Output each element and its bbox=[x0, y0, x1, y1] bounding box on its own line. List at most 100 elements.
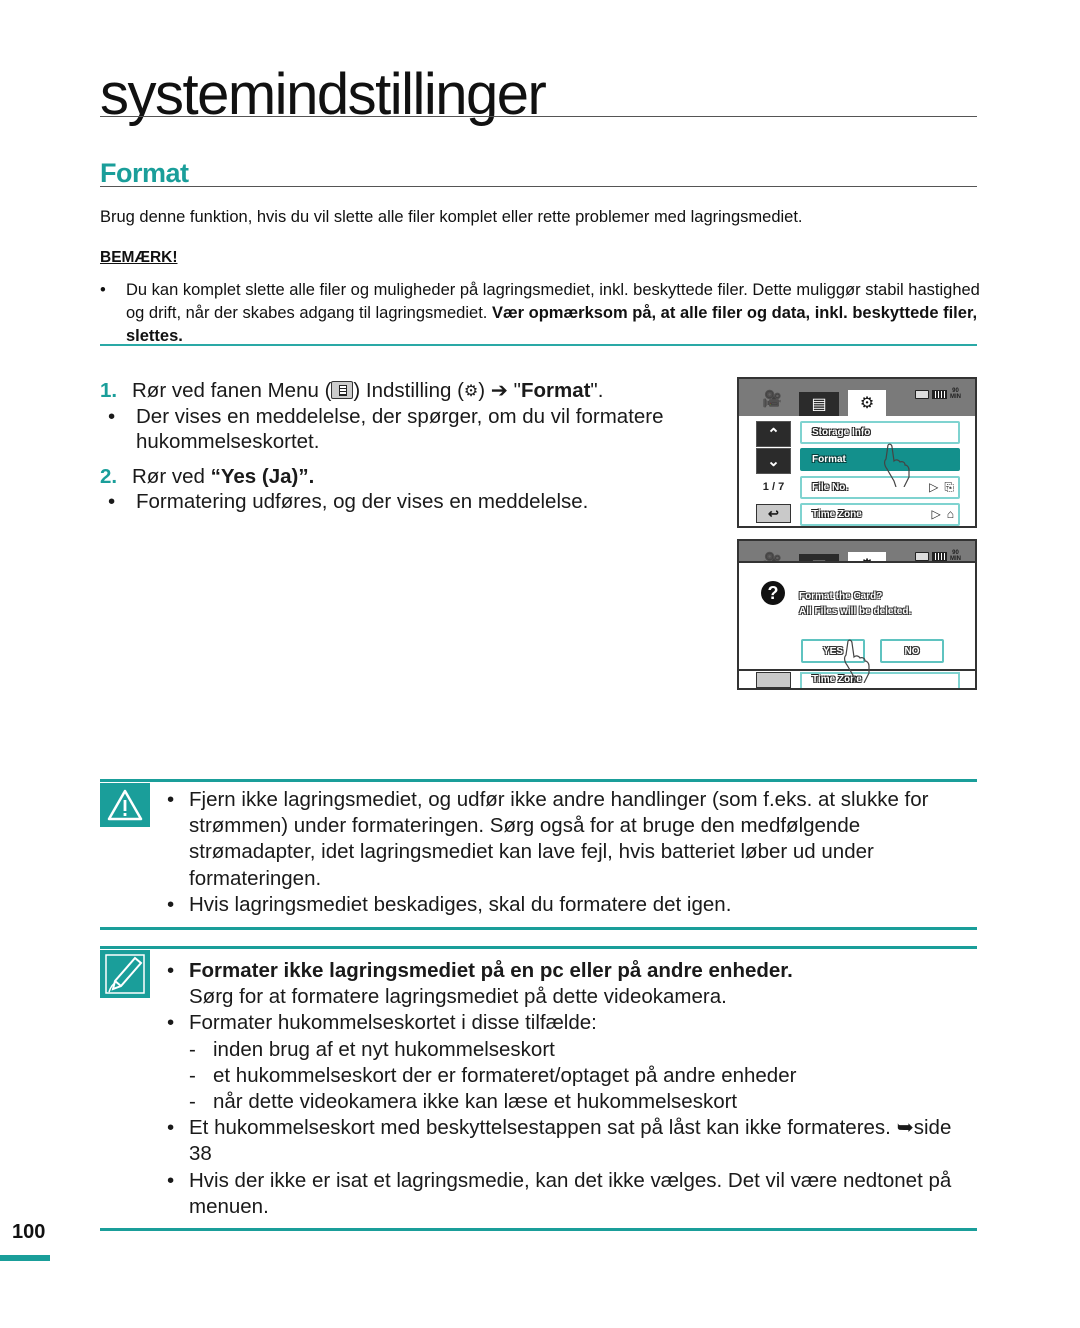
menu-item-label: Storage Info bbox=[812, 427, 871, 438]
note-body: • Du kan komplet slette alle filer og mu… bbox=[100, 279, 980, 348]
memo-subitem: - inden brug af et nyt hukommelseskort bbox=[165, 1037, 965, 1063]
caution-top-rule bbox=[100, 779, 977, 782]
menu-item-storage-info[interactable]: Storage Info bbox=[800, 421, 960, 444]
step-text: Rør ved fanen Menu ( bbox=[132, 379, 332, 402]
step-1: 1. Rør ved fanen Menu ( ) Indstilling (⚙)… bbox=[100, 378, 720, 404]
caution-bottom-rule bbox=[100, 927, 977, 930]
menu-item-label: Format bbox=[812, 454, 846, 465]
memo-subitem-text: et hukommelseskort der er formateret/opt… bbox=[213, 1063, 797, 1087]
memory-card-icon bbox=[915, 551, 929, 561]
dash: - bbox=[189, 1037, 196, 1061]
caution-icon bbox=[100, 783, 150, 827]
memo-item: • Formater ikke lagringsmediet på en pc e… bbox=[165, 958, 965, 1010]
battery-icon bbox=[932, 389, 947, 399]
menu-item-file-no[interactable]: File No. ▷ ⎘ bbox=[800, 476, 960, 499]
dash: - bbox=[189, 1090, 196, 1114]
camera-screen-settings-menu: 🎥 ▤ ⚙ 90 MIN ⌃ ⌄ 1 / 7 ↩ Storage Info For… bbox=[737, 377, 977, 528]
back-button[interactable]: ↩ bbox=[756, 504, 791, 523]
bullet: • bbox=[167, 959, 175, 982]
menu-item-label: Time Zone bbox=[812, 509, 862, 520]
status-indicators: 90 MIN bbox=[915, 388, 961, 400]
section-title: Format bbox=[100, 158, 189, 188]
menu-item-time-zone: Time Zone bbox=[800, 672, 960, 688]
step-number: 1. bbox=[100, 379, 118, 402]
memo-list: • Formater ikke lagringsmediet på en pc e… bbox=[165, 958, 965, 1220]
step-keyword: “Yes (Ja)”. bbox=[210, 465, 315, 488]
menu-tab-icon[interactable]: ▤ bbox=[799, 392, 839, 416]
settings-tab-icon[interactable]: ⚙ bbox=[848, 390, 886, 416]
section-rule bbox=[100, 186, 977, 187]
step-sub-text: Formatering udføres, og der vises en med… bbox=[136, 490, 589, 513]
memo-item: • Et hukommelseskort med beskyttelsestapp… bbox=[165, 1115, 965, 1167]
step-text: ) ➔ " bbox=[478, 379, 521, 402]
memory-card-icon bbox=[915, 389, 929, 399]
caution-text: Hvis lagringsmediet beskadiges, skal du … bbox=[189, 892, 732, 916]
home-clock-icon: ⌂ bbox=[946, 507, 954, 521]
scroll-down-button[interactable]: ⌄ bbox=[756, 448, 791, 474]
memo-pencil-icon bbox=[100, 950, 150, 998]
bullet: • bbox=[167, 1116, 175, 1140]
touch-hand-icon bbox=[884, 443, 910, 487]
caution-item: • Hvis lagringsmediet beskadiges, skal du… bbox=[165, 892, 965, 918]
camera-tab-icon[interactable]: 🎥 bbox=[757, 387, 787, 411]
battery-icon bbox=[932, 551, 947, 561]
file-number-icon: ⎘ bbox=[944, 480, 954, 494]
memo-subitem: - når dette videokamera ikke kan læse et … bbox=[165, 1089, 965, 1115]
step-2-sub: • Formatering udføres, og der vises en m… bbox=[100, 489, 720, 514]
memo-text: Hvis der ikke er isat et lagringsmedie, … bbox=[189, 1168, 952, 1218]
bullet: • bbox=[100, 281, 106, 299]
step-sub-text: Der vises en meddelelse, der spørger, om… bbox=[136, 405, 664, 453]
no-button[interactable]: NO bbox=[880, 639, 944, 663]
caution-list: • Fjern ikke lagringsmediet, og udfør ikk… bbox=[165, 787, 965, 918]
bullet: • bbox=[167, 1168, 175, 1192]
memo-subitem: - et hukommelseskort der er formateret/op… bbox=[165, 1063, 965, 1089]
menu-item-label: File No. bbox=[812, 482, 849, 493]
play-arrow-icon: ▷ bbox=[931, 507, 941, 521]
caution-text: Fjern ikke lagringsmediet, og udfør ikke… bbox=[189, 788, 929, 890]
footer-rule bbox=[100, 1228, 977, 1231]
memo-text: Formater hukommelseskortet i disse tilfæ… bbox=[189, 1011, 597, 1035]
memo-top-rule bbox=[100, 946, 977, 949]
bullet: • bbox=[108, 490, 116, 513]
dialog-message-line2: All Files will be deleted. bbox=[799, 606, 912, 617]
dash: - bbox=[189, 1063, 196, 1087]
question-icon: ? bbox=[761, 581, 785, 605]
step-1-sub: • Der vises en meddelelse, der spørger, … bbox=[100, 404, 720, 454]
step-keyword: Format bbox=[520, 379, 591, 402]
back-button bbox=[756, 672, 791, 688]
gear-icon: ⚙ bbox=[463, 383, 479, 400]
remaining-time: 90 MIN bbox=[950, 388, 961, 400]
memo-item: • Formater hukommelseskortet i disse tilf… bbox=[165, 1010, 965, 1036]
step-text: Rør ved bbox=[132, 465, 211, 488]
steps-list: 1. Rør ved fanen Menu ( ) Indstilling (⚙)… bbox=[100, 378, 720, 514]
page-number: 100 bbox=[12, 1221, 46, 1243]
menu-item-time-zone[interactable]: Time Zone ▷ ⌂ bbox=[800, 503, 960, 526]
bullet: • bbox=[167, 892, 175, 916]
remaining-unit: MIN bbox=[950, 394, 961, 400]
dialog-message-line1: Format the Card? bbox=[799, 591, 883, 602]
memo-subitem-text: inden brug af et nyt hukommelseskort bbox=[213, 1037, 555, 1061]
intro-text: Brug denne funktion, hvis du vil slette … bbox=[100, 208, 803, 226]
step-2: 2. Rør ved “Yes (Ja)”. bbox=[100, 464, 720, 489]
step-number: 2. bbox=[100, 465, 118, 488]
memo-item: • Hvis der ikke er isat et lagringsmedie,… bbox=[165, 1168, 965, 1220]
play-arrow-icon: ▷ bbox=[929, 480, 939, 494]
bullet: • bbox=[167, 788, 175, 811]
page-indicator: 1 / 7 bbox=[762, 481, 785, 493]
bullet: • bbox=[108, 405, 116, 428]
menu-tab-icon bbox=[331, 381, 354, 399]
page-tab-marker bbox=[0, 1255, 50, 1261]
bullet: • bbox=[167, 1011, 175, 1035]
step-text: ". bbox=[590, 379, 604, 402]
memo-text: Sørg for at formatere lagringsmediet på … bbox=[189, 985, 727, 1009]
step-text: ) Indstilling ( bbox=[353, 379, 464, 402]
memo-text: Et hukommelseskort med beskyttelsestappe… bbox=[189, 1116, 952, 1166]
title-rule bbox=[100, 116, 977, 117]
camera-screen-format-dialog: 🎥 ▤ ⚙ 90MIN ? Format the Card? All Files… bbox=[737, 539, 977, 690]
note-rule bbox=[100, 344, 977, 346]
caution-item: • Fjern ikke lagringsmediet, og udfør ikk… bbox=[165, 787, 965, 892]
scroll-up-button[interactable]: ⌃ bbox=[756, 421, 791, 447]
menu-item-format[interactable]: Format bbox=[800, 448, 960, 471]
memo-subitem-text: når dette videokamera ikke kan læse et h… bbox=[213, 1090, 738, 1114]
touch-hand-icon bbox=[844, 639, 870, 683]
